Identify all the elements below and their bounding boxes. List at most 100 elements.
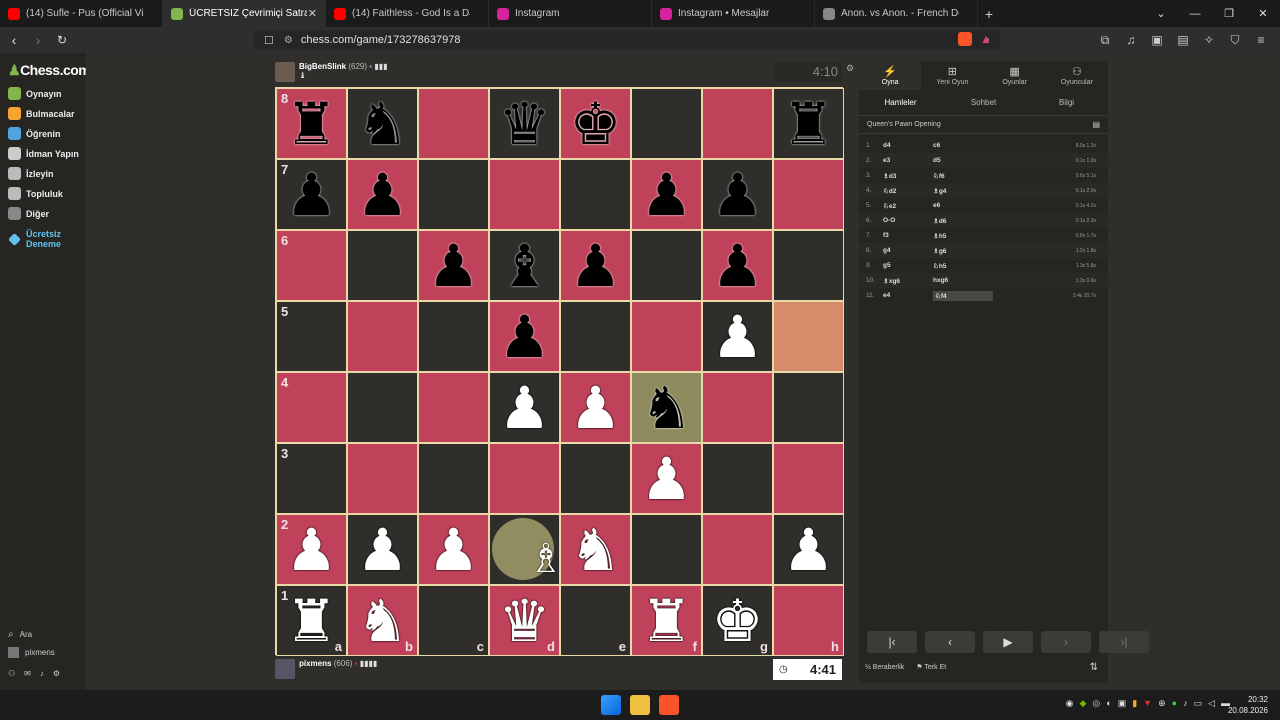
notifications-icon[interactable]: ♪ bbox=[40, 669, 44, 678]
square-c7[interactable] bbox=[418, 159, 489, 230]
discord-icon[interactable]: ◐ bbox=[1106, 698, 1111, 709]
square-f8[interactable] bbox=[631, 88, 702, 159]
black-move[interactable]: e6 bbox=[933, 202, 993, 209]
black-pawn-icon[interactable]: ♟ bbox=[499, 308, 551, 366]
square-a8[interactable]: 8 ♜ bbox=[276, 88, 347, 159]
volume-icon[interactable]: ◁ bbox=[1208, 698, 1215, 709]
reload-icon[interactable]: ↻ bbox=[52, 33, 72, 47]
white-move[interactable]: e4 bbox=[883, 292, 933, 299]
black-move[interactable]: ♗g6 bbox=[933, 247, 993, 255]
sidebar-item[interactable]: İzleyin bbox=[8, 167, 54, 180]
black-pawn-icon[interactable]: ♟ bbox=[712, 166, 764, 224]
sidebar-item[interactable]: İdman Yapın bbox=[8, 147, 79, 160]
square-e7[interactable] bbox=[560, 159, 631, 230]
square-d4[interactable]: ♟ bbox=[489, 372, 560, 443]
close-window-button[interactable]: ✕ bbox=[1246, 7, 1280, 20]
square-b1[interactable]: b ♞ bbox=[347, 585, 418, 656]
white-pawn-icon[interactable]: ♟ bbox=[357, 521, 409, 579]
panel-tab-oyna[interactable]: ⚡ Oyna bbox=[859, 61, 922, 90]
white-pawn-icon[interactable]: ♟ bbox=[783, 521, 835, 579]
taskbar-clock[interactable]: 20:32 20.08.2026 bbox=[1228, 694, 1268, 716]
black-pawn-icon[interactable]: ♟ bbox=[286, 166, 338, 224]
black-move[interactable]: ♗g4 bbox=[933, 187, 993, 195]
square-b3[interactable] bbox=[347, 443, 418, 514]
square-a1[interactable]: 1 a ♜ bbox=[276, 585, 347, 656]
menu-icon[interactable]: ≡ bbox=[1250, 33, 1272, 48]
sidebar-item[interactable]: Oynayın bbox=[8, 87, 62, 100]
avatar[interactable] bbox=[275, 62, 295, 82]
white-pawn-icon[interactable]: ♟ bbox=[570, 379, 622, 437]
prev-move-button[interactable]: ‹ bbox=[925, 631, 975, 653]
black-king-icon[interactable]: ♚ bbox=[570, 95, 622, 153]
white-move[interactable]: g5 bbox=[883, 262, 933, 269]
square-c8[interactable] bbox=[418, 88, 489, 159]
bookmark-icon[interactable]: ☐ bbox=[264, 34, 274, 47]
black-pawn-icon[interactable]: ♟ bbox=[428, 237, 480, 295]
square-c2[interactable]: ♟ bbox=[418, 514, 489, 585]
white-knight-icon[interactable]: ♞ bbox=[570, 521, 622, 579]
square-e8[interactable]: ♚ bbox=[560, 88, 631, 159]
subtab[interactable]: Sohbet bbox=[942, 98, 1025, 107]
square-a2[interactable]: 2 ♟ bbox=[276, 514, 347, 585]
white-move[interactable]: O-O bbox=[883, 217, 933, 224]
white-move[interactable]: e3 bbox=[883, 157, 933, 164]
square-e2[interactable]: ♞ bbox=[560, 514, 631, 585]
square-d1[interactable]: d ♛ bbox=[489, 585, 560, 656]
book-icon[interactable]: ▤ bbox=[1092, 120, 1100, 129]
square-c3[interactable] bbox=[418, 443, 489, 514]
overlay-icon[interactable]: ⊕ bbox=[1158, 698, 1166, 709]
white-pawn-icon[interactable]: ♟ bbox=[641, 450, 693, 508]
mic-icon[interactable]: ♪ bbox=[1183, 698, 1188, 709]
square-g4[interactable] bbox=[702, 372, 773, 443]
tray-app-icon[interactable]: ◉ bbox=[1066, 698, 1074, 709]
square-e3[interactable] bbox=[560, 443, 631, 514]
white-rook-icon[interactable]: ♜ bbox=[641, 592, 693, 650]
square-g8[interactable] bbox=[702, 88, 773, 159]
white-pawn-icon[interactable]: ♟ bbox=[286, 521, 338, 579]
white-pawn-icon[interactable]: ♟ bbox=[499, 379, 551, 437]
black-rook-icon[interactable]: ♜ bbox=[783, 95, 835, 153]
square-b5[interactable] bbox=[347, 301, 418, 372]
steam-icon[interactable]: ◎ bbox=[1092, 698, 1100, 709]
square-a5[interactable]: 5 bbox=[276, 301, 347, 372]
board-settings-icon[interactable]: ⚙ bbox=[846, 63, 854, 74]
square-g7[interactable]: ♟ bbox=[702, 159, 773, 230]
play-button[interactable]: ▶ bbox=[983, 631, 1033, 653]
white-move[interactable]: ♗d3 bbox=[883, 172, 933, 180]
media-icon[interactable]: ♫ bbox=[1120, 33, 1142, 48]
url-text[interactable]: chess.com/game/173278637978 bbox=[301, 34, 461, 46]
black-move[interactable]: ♗d6 bbox=[933, 217, 993, 225]
first-move-button[interactable]: |‹ bbox=[867, 631, 917, 653]
square-e6[interactable]: ♟ bbox=[560, 230, 631, 301]
black-move[interactable]: ♘h5 bbox=[933, 262, 993, 270]
browser-tab[interactable]: Instagram bbox=[489, 0, 652, 27]
black-pawn-icon[interactable]: ♟ bbox=[357, 166, 409, 224]
settings-icon[interactable]: ⚙ bbox=[53, 669, 60, 678]
square-c6[interactable]: ♟ bbox=[418, 230, 489, 301]
last-move-button[interactable]: ›| bbox=[1099, 631, 1149, 653]
back-icon[interactable]: ‹ bbox=[4, 32, 24, 48]
app-icon[interactable]: ▮ bbox=[1132, 698, 1137, 709]
sidebar-item[interactable]: Bulmacalar bbox=[8, 107, 75, 120]
square-c1[interactable]: c bbox=[418, 585, 489, 656]
square-d7[interactable] bbox=[489, 159, 560, 230]
black-pawn-icon[interactable]: ♟ bbox=[570, 237, 622, 295]
wallet-icon[interactable]: ▤ bbox=[1172, 33, 1194, 48]
white-move[interactable]: ♗xg6 bbox=[883, 277, 933, 285]
black-move[interactable]: ♘f4 bbox=[933, 290, 993, 301]
square-h3[interactable] bbox=[773, 443, 844, 514]
messages-icon[interactable]: ✉ bbox=[24, 669, 31, 678]
chesscom-logo[interactable]: ♟Chess.com bbox=[8, 62, 91, 79]
white-move[interactable]: d4 bbox=[883, 142, 933, 149]
white-knight-icon[interactable]: ♞ bbox=[357, 592, 409, 650]
browser-tab[interactable]: (14) Faithless - God Is a DJ (Official V bbox=[326, 0, 489, 27]
square-b6[interactable] bbox=[347, 230, 418, 301]
friends-icon[interactable]: ⚇ bbox=[8, 669, 15, 678]
new-tab-button[interactable]: + bbox=[978, 6, 1000, 22]
browser-tab[interactable]: (14) Sufle - Pus (Official Video) - bbox=[0, 0, 163, 27]
square-g1[interactable]: g ♚ bbox=[702, 585, 773, 656]
square-g2[interactable] bbox=[702, 514, 773, 585]
free-trial-link[interactable]: Ücretsiz Deneme bbox=[8, 229, 66, 249]
square-d3[interactable] bbox=[489, 443, 560, 514]
square-h1[interactable]: h bbox=[773, 585, 844, 656]
